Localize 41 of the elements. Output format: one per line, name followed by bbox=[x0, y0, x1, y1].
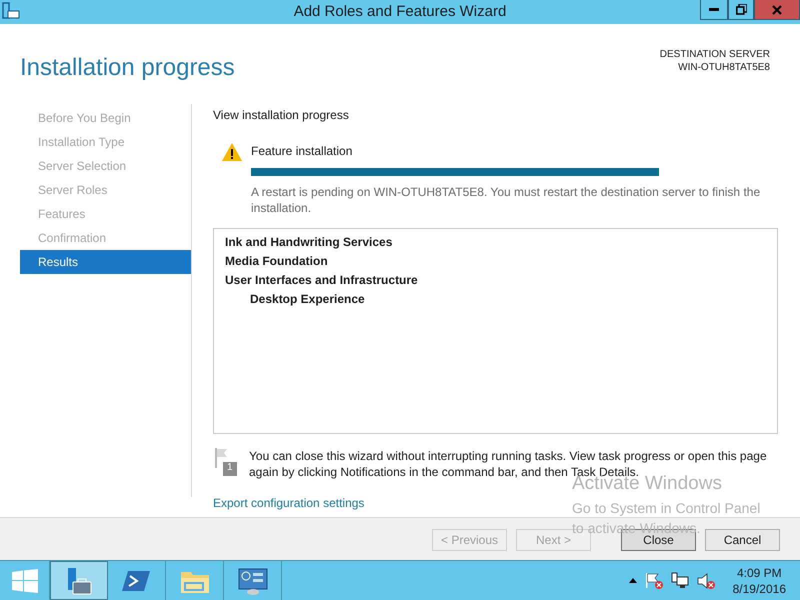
wizard-step[interactable]: Confirmation bbox=[20, 226, 191, 250]
section-heading: View installation progress bbox=[213, 107, 350, 124]
feature-item: Ink and Handwriting Services bbox=[225, 234, 394, 251]
server-name: WIN-OTUH8TAT5E8 bbox=[677, 61, 770, 74]
wizard-step[interactable]: Before You Begin bbox=[20, 106, 191, 130]
wizard-step[interactable]: Installation Type bbox=[20, 130, 191, 154]
status-title: Feature installation bbox=[251, 143, 354, 160]
wizard-step[interactable]: Server Selection bbox=[20, 154, 191, 178]
wizard-button[interactable]: Cancel bbox=[705, 529, 780, 551]
wizard-step[interactable]: Results bbox=[20, 250, 191, 274]
badge-number: 1 bbox=[227, 461, 233, 475]
wizard-step[interactable]: Features bbox=[20, 202, 191, 226]
control-panel-icon bbox=[238, 566, 268, 594]
window-title: Add Roles and Features Wizard bbox=[294, 2, 506, 22]
windows-icon bbox=[12, 568, 38, 592]
show-hidden-icons-icon[interactable] bbox=[628, 578, 637, 583]
close-button[interactable] bbox=[754, 0, 800, 20]
destination-label: DESTINATION SERVER bbox=[660, 48, 770, 61]
status-message: A restart is pending on WIN-OTUH8TAT5E8. You must restart the destination server to finish the installation. bbox=[251, 184, 762, 216]
network-error-icon[interactable] bbox=[670, 572, 689, 590]
wizard-step[interactable]: Server Roles bbox=[20, 178, 191, 202]
flag-icon bbox=[215, 448, 237, 476]
minimize-icon bbox=[709, 8, 719, 11]
feature-item: User Interfaces and Infrastructure bbox=[225, 272, 419, 289]
clock-time: 4:09 PM bbox=[736, 564, 783, 580]
activation-text: Go to System in Control Panel bbox=[572, 500, 760, 516]
close-icon bbox=[772, 4, 782, 14]
restore-icon bbox=[736, 4, 746, 15]
clock-date: 8/19/2016 bbox=[732, 580, 786, 596]
app-icon bbox=[2, 2, 20, 20]
restore-button[interactable] bbox=[728, 0, 754, 20]
warning-icon bbox=[221, 142, 243, 162]
export-link[interactable]: Export configuration settings bbox=[213, 494, 364, 512]
page-title: Installation progress bbox=[20, 53, 235, 83]
clock[interactable]: 4:09 PM 8/19/2016 bbox=[732, 564, 786, 596]
taskbar-app[interactable] bbox=[50, 561, 108, 600]
speaker-muted-icon[interactable] bbox=[696, 572, 715, 590]
flag-error-icon[interactable] bbox=[644, 572, 663, 590]
minimize-button[interactable] bbox=[700, 0, 728, 20]
feature-item: Desktop Experience bbox=[249, 291, 366, 308]
feature-item: Media Foundation bbox=[225, 253, 329, 270]
